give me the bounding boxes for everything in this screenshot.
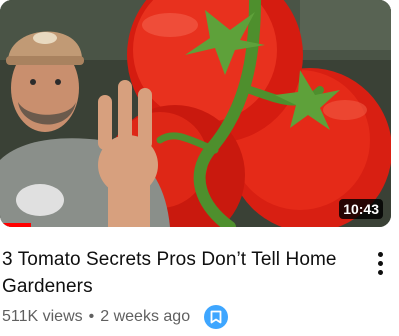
more-options-button[interactable] [370,250,392,278]
watch-progress-fill [0,223,32,227]
save-badge[interactable] [204,305,229,329]
thumbnail-image [0,0,391,227]
video-thumbnail[interactable]: 10:43 [0,0,391,227]
more-vert-icon [378,252,383,257]
meta-separator: • [88,308,95,325]
duration-badge: 10:43 [339,199,383,219]
more-vert-icon-dot [378,270,383,275]
video-card[interactable]: 10:43 3 Tomato Secrets Pros Don’t Tell H… [0,0,399,336]
video-title[interactable]: 3 Tomato Secrets Pros Don’t Tell Home Ga… [2,246,352,300]
upload-age: 2 weeks ago [100,308,191,325]
view-count: 511K views [2,308,83,325]
bookmark-icon [210,310,222,324]
more-vert-icon-dot [378,261,383,266]
video-metadata: 511K views • 2 weeks ago [2,304,229,330]
watch-progress-bar [0,223,391,227]
